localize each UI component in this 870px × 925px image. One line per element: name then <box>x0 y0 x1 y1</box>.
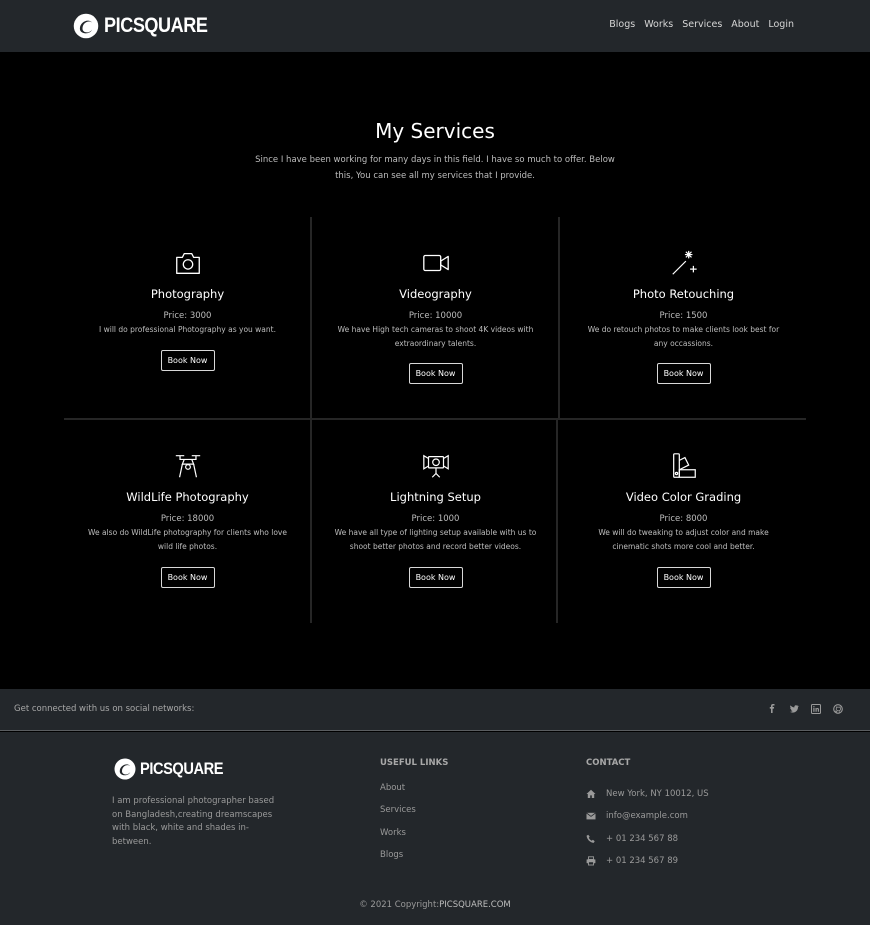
phone-icon <box>586 834 595 843</box>
service-price: Price: 10000 <box>408 311 463 321</box>
navbar: PICSQUARE Blogs Works Services About Log… <box>0 0 870 52</box>
nav-blogs[interactable]: Blogs <box>609 19 635 30</box>
contact-email-text[interactable]: info@example.com <box>606 811 688 821</box>
brand-name: PICSQUARE <box>104 14 208 37</box>
service-card-photo-retouching: Photo Retouching Price: 1500 We do retou… <box>560 217 807 420</box>
service-card-wildlife: WildLife Photography Price: 18000 We als… <box>64 420 311 623</box>
service-card-photography: Photography Price: 3000 I will do profes… <box>64 217 311 420</box>
printer-icon <box>586 856 596 866</box>
service-description: We have High tech cameras to shoot 4K vi… <box>337 325 534 348</box>
nav-login[interactable]: Login <box>768 19 794 30</box>
book-now-button[interactable]: Book Now <box>408 567 463 588</box>
footer-link-about[interactable]: About <box>380 783 416 805</box>
contact-fax-text: + 01 234 567 89 <box>606 856 679 867</box>
footer-logo[interactable]: PICSQUARE <box>113 757 237 781</box>
main-nav: Blogs Works Services About Login <box>609 19 794 30</box>
book-now-button[interactable]: Book Now <box>160 350 215 371</box>
swirl-logo-icon <box>73 13 99 39</box>
social-icons <box>766 703 844 715</box>
footer: PICSQUARE I am professional photographer… <box>0 732 870 925</box>
nav-works[interactable]: Works <box>644 19 673 30</box>
service-card-lighting: Lightning Setup Price: 1000 We have all … <box>312 420 559 623</box>
contact-address-text: New York, NY 10012, US <box>606 789 709 800</box>
service-description: We do retouch photos to make clients loo… <box>587 325 780 348</box>
studio-light-icon <box>422 454 449 478</box>
github-icon[interactable] <box>832 703 844 715</box>
footer-brand-name: PICSQUARE <box>140 759 224 778</box>
footer-link-works[interactable]: Works <box>380 828 416 850</box>
contact-address: New York, NY 10012, US <box>586 783 709 805</box>
useful-links: About Services Works Blogs <box>380 783 416 872</box>
service-description: We also do WildLife photography for clie… <box>88 528 287 551</box>
service-description: We will do tweaking to adjust color and … <box>598 528 769 551</box>
color-palette-icon <box>672 453 696 478</box>
useful-links-heading: USEFUL LINKS <box>380 758 449 768</box>
service-card-color-grading: Video Color Grading Price: 8000 We will … <box>560 420 807 623</box>
copyright-prefix: © 2021 Copyright: <box>359 900 440 910</box>
services-title: My Services <box>375 119 495 143</box>
footer-about-text: I am professional photographer based on … <box>112 796 275 847</box>
camera-icon <box>175 252 200 274</box>
book-now-button[interactable]: Book Now <box>408 363 463 384</box>
contact-list: New York, NY 10012, US info@example.com … <box>586 783 709 872</box>
brand-logo[interactable]: PICSQUARE <box>72 12 224 40</box>
contact-phone: + 01 234 567 88 <box>586 828 709 850</box>
facebook-icon[interactable] <box>766 703 778 715</box>
service-title: Photography <box>150 287 225 301</box>
service-price: Price: 18000 <box>160 514 215 524</box>
contact-heading: CONTACT <box>586 758 631 768</box>
service-description: I will do professional Photography as yo… <box>99 325 276 334</box>
copyright: © 2021 Copyright:PICSQUARE.COM <box>0 900 870 910</box>
drone-icon <box>175 455 200 478</box>
book-now-button[interactable]: Book Now <box>160 567 215 588</box>
social-text: Get connected with us on social networks… <box>14 704 195 714</box>
service-title: Photo Retouching <box>632 287 735 301</box>
home-icon <box>586 789 596 799</box>
magic-wand-icon <box>671 250 697 275</box>
twitter-icon[interactable] <box>788 703 800 715</box>
linkedin-icon[interactable] <box>810 703 822 715</box>
footer-link-blogs[interactable]: Blogs <box>380 850 416 872</box>
service-title: Video Color Grading <box>625 490 742 504</box>
service-title: WildLife Photography <box>126 490 249 504</box>
book-now-button[interactable]: Book Now <box>656 363 711 384</box>
video-camera-icon <box>422 254 449 272</box>
social-bar: Get connected with us on social networks… <box>0 689 870 731</box>
services-subtitle: Since I have been working for many days … <box>255 155 615 181</box>
service-title: Lightning Setup <box>390 490 481 504</box>
swirl-logo-icon <box>114 758 136 780</box>
footer-link-services[interactable]: Services <box>380 805 416 827</box>
services-grid: Photography Price: 3000 I will do profes… <box>64 217 806 623</box>
contact-phone-text: + 01 234 567 88 <box>606 833 679 844</box>
contact-email: info@example.com <box>586 805 709 827</box>
service-description: We have all type of lighting setup avail… <box>334 528 537 551</box>
nav-services[interactable]: Services <box>682 19 722 30</box>
envelope-icon <box>586 813 596 820</box>
service-price: Price: 3000 <box>163 311 212 321</box>
service-price: Price: 1500 <box>659 311 708 321</box>
book-now-button[interactable]: Book Now <box>656 567 711 588</box>
service-price: Price: 1000 <box>411 514 460 524</box>
copyright-brand-link[interactable]: PICSQUARE.COM <box>439 900 511 910</box>
service-price: Price: 8000 <box>659 514 708 524</box>
contact-fax: + 01 234 567 89 <box>586 850 709 872</box>
service-title: Videography <box>399 287 472 301</box>
nav-about[interactable]: About <box>731 19 759 30</box>
service-card-videography: Videography Price: 10000 We have High te… <box>312 217 559 420</box>
